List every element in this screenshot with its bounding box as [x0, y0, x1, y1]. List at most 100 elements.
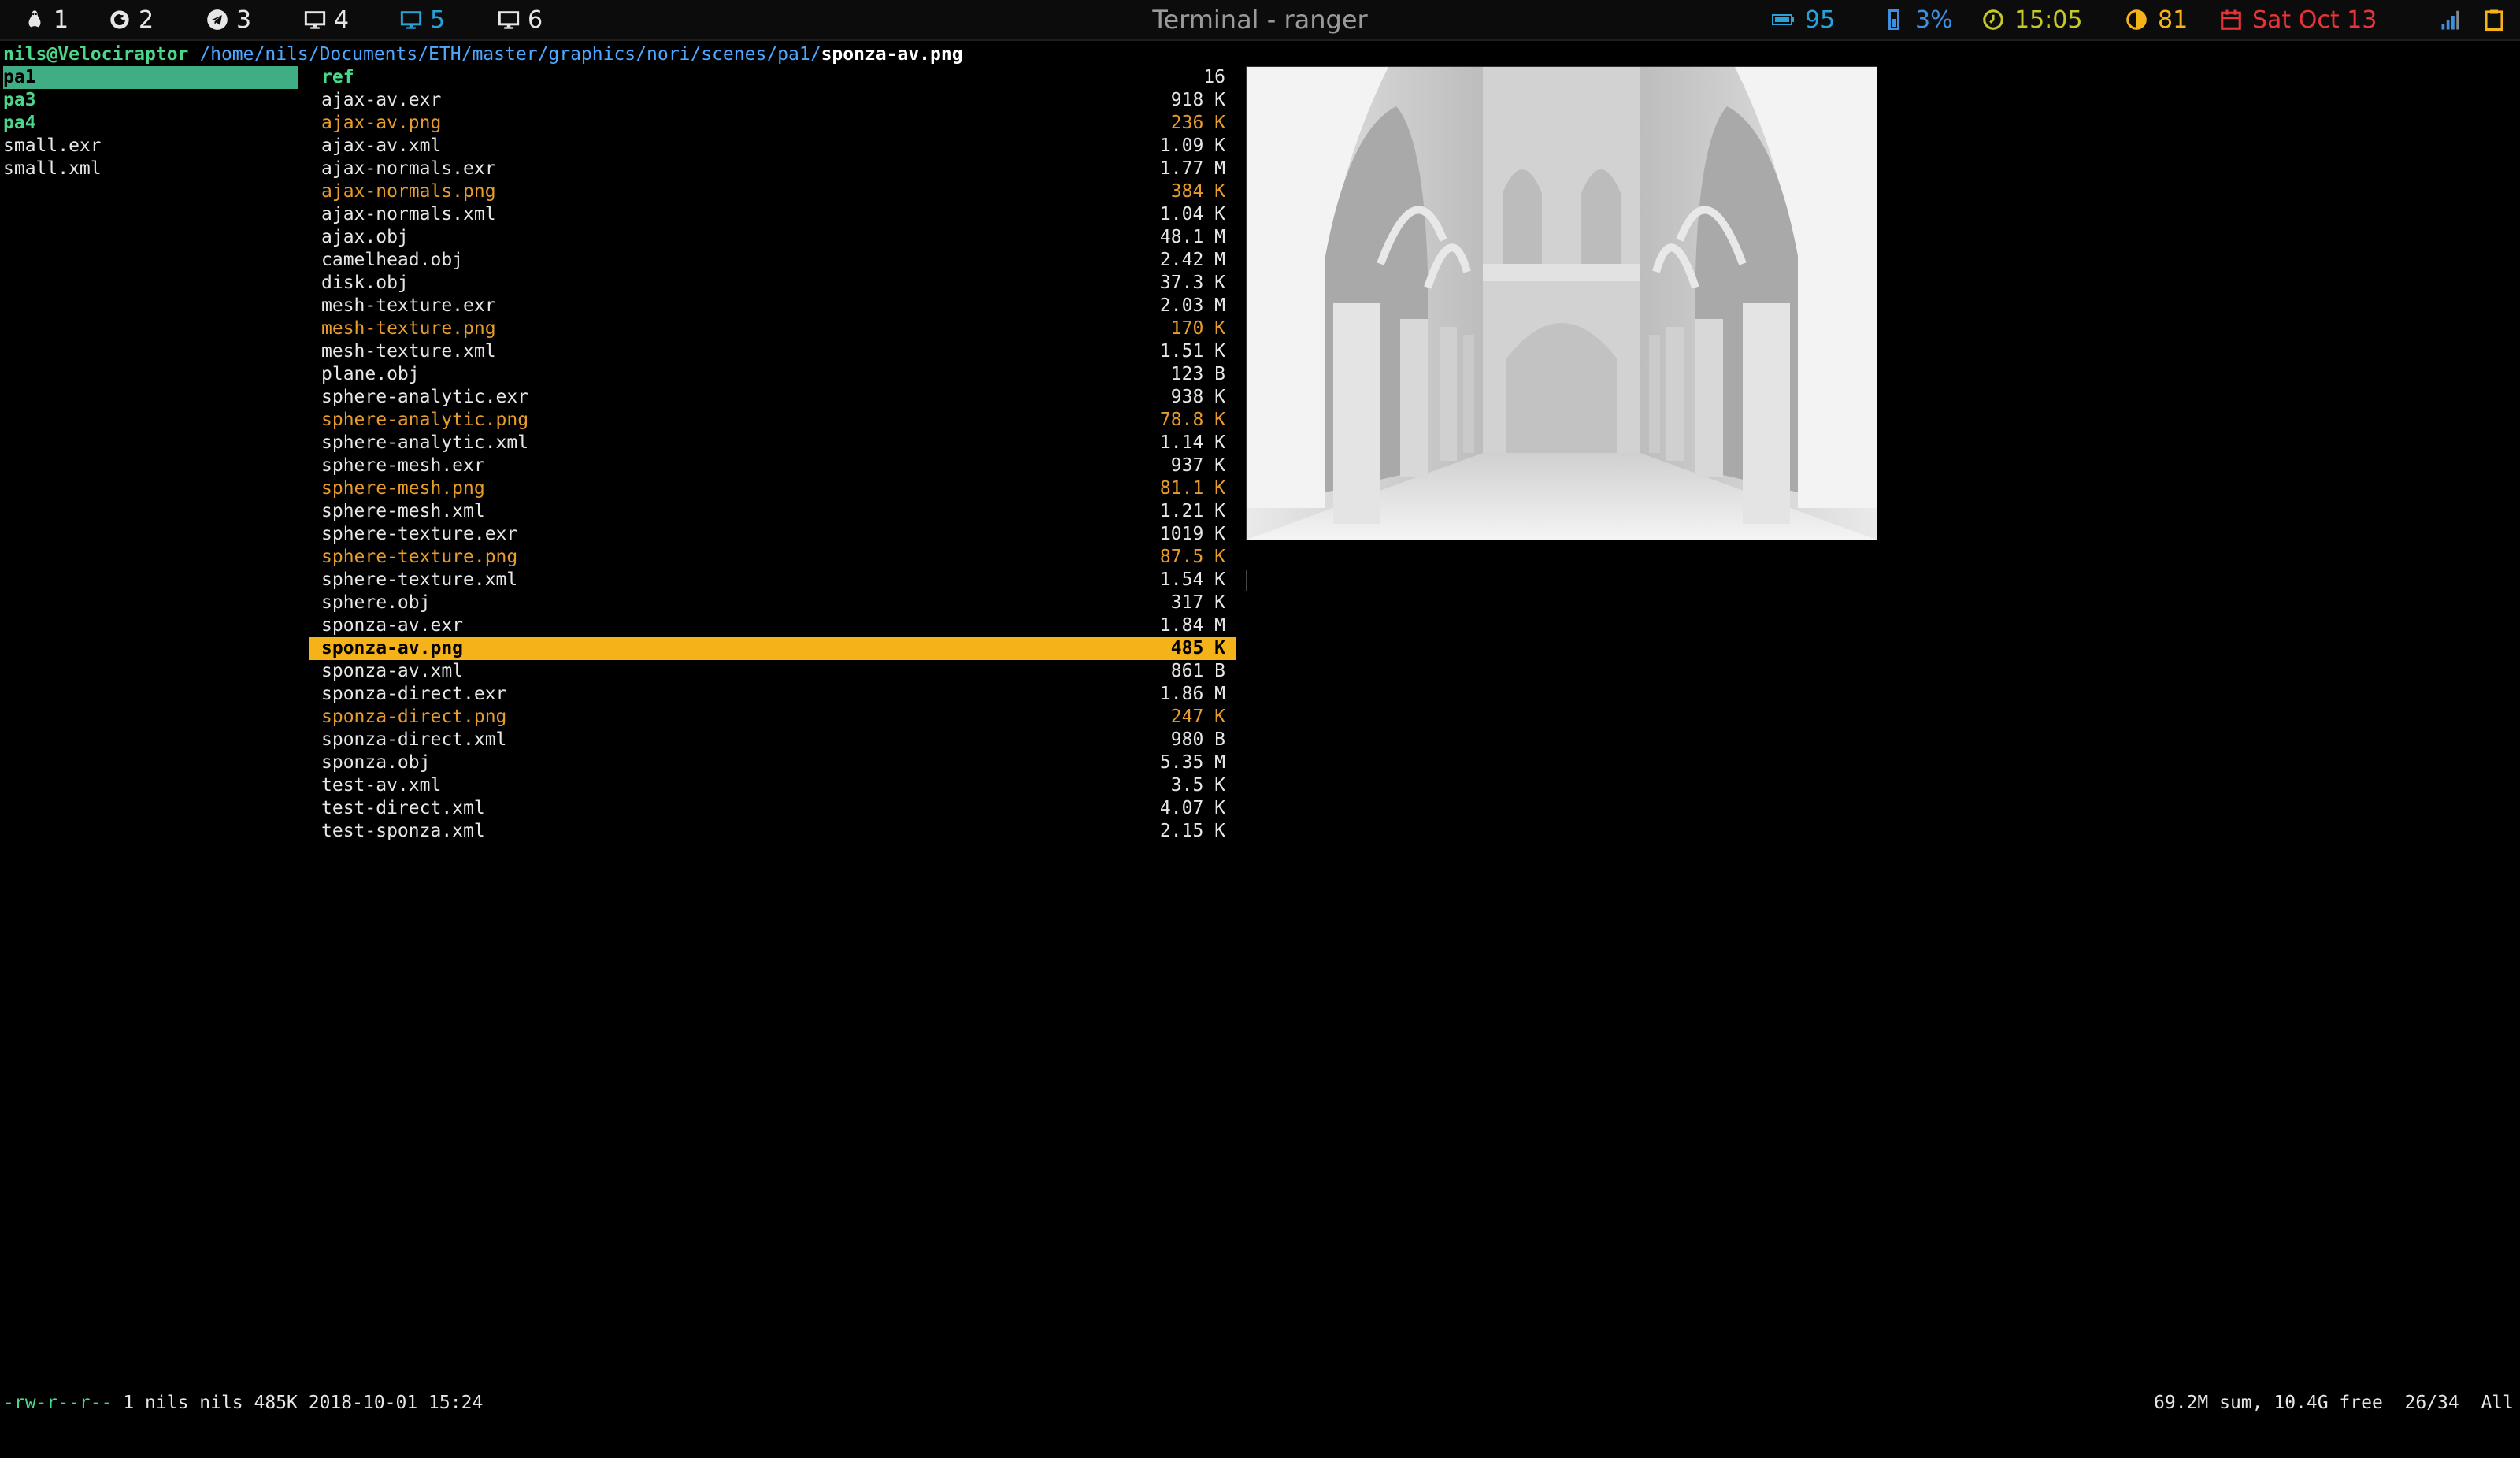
file-entry[interactable]: test-direct.xml 4.07 K — [309, 797, 1236, 820]
workspace-number: 6 — [528, 6, 543, 34]
file-size: 16 — [1203, 67, 1225, 87]
file-size: 1019 K — [1159, 524, 1225, 544]
file-name: sphere-texture.exr — [321, 524, 518, 544]
brightness-icon — [2126, 9, 2147, 30]
clock-status: 15:05 — [1981, 5, 2082, 35]
file-entry[interactable]: sphere-mesh.png 81.1 K — [309, 477, 1236, 500]
file-entry[interactable]: plane.obj 123 B — [309, 363, 1236, 386]
file-entry[interactable]: mesh-texture.exr 2.03 M — [309, 295, 1236, 317]
file-size: 2.03 M — [1159, 295, 1225, 316]
file-entry[interactable]: sponza-direct.png 247 K — [309, 706, 1236, 729]
directory-entry[interactable]: ref 16 — [309, 66, 1236, 89]
cpu-status: 3% — [1882, 5, 1953, 35]
telegram-icon — [207, 9, 228, 30]
file-entry[interactable]: sponza-direct.xml 980 B — [309, 729, 1236, 751]
file-entry[interactable]: sphere-texture.xml 1.54 K — [309, 569, 1236, 592]
file-name: sphere-mesh.png — [321, 478, 485, 499]
battery-status: 95 — [1772, 5, 1835, 35]
workspace-1[interactable]: 1 — [24, 5, 69, 35]
file-size: 5.35 M — [1159, 752, 1225, 773]
parent-dir-entry[interactable]: pa4 — [3, 112, 298, 135]
file-entry[interactable]: sponza-direct.exr 1.86 M — [309, 683, 1236, 706]
file-entry[interactable]: sponza.obj 5.35 M — [309, 751, 1236, 774]
file-name: sponza-direct.png — [321, 707, 507, 727]
file-size: 48.1 M — [1159, 227, 1225, 247]
file-entry[interactable]: sphere-mesh.xml 1.21 K — [309, 500, 1236, 523]
file-name: test-direct.xml — [321, 798, 485, 818]
file-size: 236 K — [1170, 113, 1225, 133]
file-name: camelhead.obj — [321, 250, 464, 270]
file-entry[interactable]: sponza-av.xml 861 B — [309, 660, 1236, 683]
workspace-3[interactable]: 3 — [206, 5, 251, 35]
file-entry[interactable]: sphere.obj 317 K — [309, 592, 1236, 614]
file-entry[interactable]: ajax-normals.png 384 K — [309, 180, 1236, 203]
file-entry[interactable]: sphere-mesh.exr 937 K — [309, 454, 1236, 477]
ranger-path-line: nils@Velociraptor /home/nils/Documents/E… — [3, 43, 963, 66]
file-name: ajax-av.exr — [321, 90, 442, 110]
parent-dir-entry[interactable]: pa1 — [3, 66, 298, 89]
file-name: ajax-av.png — [321, 113, 442, 133]
file-size: 861 B — [1170, 661, 1225, 681]
file-entry[interactable]: mesh-texture.png 170 K — [309, 317, 1236, 340]
disk-summary: 69.2M sum, 10.4G free 26/34 All — [2154, 1393, 2514, 1413]
file-entry[interactable]: disk.obj 37.3 K — [309, 272, 1236, 295]
file-size: 170 K — [1170, 318, 1225, 339]
clock-icon — [1983, 9, 2003, 30]
file-entry[interactable]: mesh-texture.xml 1.51 K — [309, 340, 1236, 363]
preview-divider — [1246, 570, 1247, 591]
clipboard-status[interactable] — [2482, 5, 2506, 35]
file-size: 1.86 M — [1159, 684, 1225, 704]
workspace-number: 3 — [236, 6, 252, 34]
file-size: 1.04 K — [1159, 204, 1225, 224]
network-status[interactable] — [2440, 5, 2463, 35]
file-size: 37.3 K — [1159, 273, 1225, 293]
file-size: 317 K — [1170, 592, 1225, 613]
file-size: 78.8 K — [1159, 410, 1225, 430]
file-name: test-av.xml — [321, 775, 442, 796]
file-name: ajax-av.xml — [321, 135, 442, 156]
file-entry[interactable]: ajax-normals.xml 1.04 K — [309, 203, 1236, 226]
file-entry[interactable]: ajax-normals.exr 1.77 M — [309, 158, 1236, 180]
file-size: 1.84 M — [1159, 615, 1225, 636]
file-size: 1.51 K — [1159, 341, 1225, 362]
file-name: sphere-mesh.xml — [321, 501, 485, 521]
file-entry[interactable]: test-sponza.xml 2.15 K — [309, 820, 1236, 843]
file-entry[interactable]: ajax-av.png 236 K — [309, 112, 1236, 135]
file-entry[interactable]: sphere-analytic.png 78.8 K — [309, 409, 1236, 432]
file-entry[interactable]: camelhead.obj 2.42 M — [309, 249, 1236, 272]
workspace-6[interactable]: 6 — [498, 5, 543, 35]
parent-file-entry[interactable]: small.xml — [3, 158, 298, 180]
file-size: 247 K — [1170, 707, 1225, 727]
entry-name: pa3 — [3, 90, 36, 110]
workspace-4[interactable]: 4 — [304, 5, 349, 35]
file-entry[interactable]: sphere-texture.png 87.5 K — [309, 546, 1236, 569]
file-name: sphere-mesh.exr — [321, 455, 485, 476]
file-entry[interactable]: test-av.xml 3.5 K — [309, 774, 1236, 797]
file-entry[interactable]: sphere-texture.exr 1019 K — [309, 523, 1236, 546]
workspace-number: 5 — [430, 6, 446, 34]
file-size: 1.21 K — [1159, 501, 1225, 521]
file-entry[interactable]: sphere-analytic.xml 1.14 K — [309, 432, 1236, 454]
file-entry[interactable]: sponza-av.exr 1.84 M — [309, 614, 1236, 637]
workspace-5[interactable]: 5 — [400, 5, 445, 35]
file-entry[interactable]: ajax-av.xml 1.09 K — [309, 135, 1236, 158]
file-size: 87.5 K — [1159, 547, 1225, 567]
file-name: sphere-analytic.xml — [321, 432, 529, 453]
parent-file-entry[interactable]: small.exr — [3, 135, 298, 158]
file-entry[interactable]: ajax-av.exr 918 K — [309, 89, 1236, 112]
file-entry[interactable]: ajax.obj 48.1 M — [309, 226, 1236, 249]
file-size: 980 B — [1170, 729, 1225, 750]
image-preview — [1246, 66, 1877, 540]
file-size: 3.5 K — [1170, 775, 1225, 796]
monitor-icon — [304, 11, 326, 29]
sponza-render-preview — [1247, 67, 1877, 540]
parent-dir-entry[interactable]: pa3 — [3, 89, 298, 112]
top-panel: 1 2 3 4 5 6 Terminal - ranger 95 3% 15:0… — [0, 0, 2520, 41]
user-host: nils@Velociraptor — [3, 44, 189, 65]
file-size: 1.54 K — [1159, 569, 1225, 590]
file-entry[interactable]: sphere-analytic.exr 938 K — [309, 386, 1236, 409]
file-size: 937 K — [1170, 455, 1225, 476]
workspace-2[interactable]: 2 — [109, 5, 154, 35]
file-name: ajax.obj — [321, 227, 409, 247]
file-entry[interactable]: sponza-av.png 485 K — [309, 637, 1236, 660]
